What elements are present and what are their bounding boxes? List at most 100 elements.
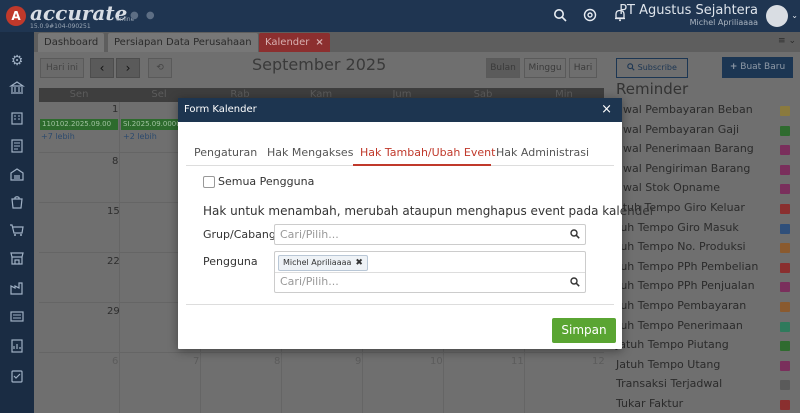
tab-hak-mengakses[interactable]: Hak Mengakses (267, 146, 353, 159)
chevron-down-icon[interactable]: ⌄ (791, 11, 798, 20)
day-number: 22 (107, 256, 120, 267)
create-new-button[interactable]: + Buat Baru (722, 57, 793, 78)
close-icon[interactable]: × (601, 98, 612, 122)
subscribe-label: Subscribe (637, 63, 677, 72)
modal-divider (186, 304, 614, 305)
modal-header: Form Kalender × (178, 98, 622, 122)
reminder-color-toggle[interactable] (780, 282, 790, 293)
all-users-label: Semua Pengguna (218, 175, 315, 188)
more-events-link[interactable]: +2 lebih (123, 132, 157, 141)
reminder-color-toggle[interactable] (780, 164, 790, 175)
bag-icon[interactable] (8, 194, 26, 212)
settings-icon[interactable]: ⚙ (8, 52, 26, 70)
bank-icon[interactable] (8, 80, 26, 98)
prev-month-button[interactable]: ‹ (90, 58, 114, 78)
store-icon[interactable] (8, 250, 26, 268)
day-number: 7 (193, 356, 200, 367)
permission-description: Hak untuk menambah, merubah ataupun meng… (203, 204, 655, 218)
user-label: Pengguna (203, 255, 258, 268)
document-icon[interactable] (8, 138, 26, 156)
view-month-button[interactable]: Bulan (486, 58, 520, 78)
user-name: Michel Apriliaaaa (689, 18, 758, 27)
next-month-button[interactable]: › (116, 58, 140, 78)
reminder-item[interactable]: tuh Tempo Penerimaan (616, 319, 743, 332)
reminder-color-toggle[interactable] (780, 302, 790, 312)
logo-name: accurate (30, 1, 128, 25)
subscribe-button[interactable]: Subscribe (616, 58, 688, 78)
day-number: 9 (355, 356, 362, 367)
module-tabs: Dashboard Persiapan Data Perusahaan Kale… (34, 32, 800, 52)
avatar[interactable] (766, 5, 788, 27)
user-placeholder[interactable]: Cari/Pilih... (280, 275, 339, 288)
reminder-item[interactable]: dwal Pembayaran Beban (616, 103, 753, 116)
branch-search-input[interactable]: Cari/Pilih... (274, 224, 586, 245)
reminder-color-toggle[interactable] (780, 106, 790, 116)
reminder-color-toggle[interactable] (780, 400, 790, 410)
all-users-checkbox[interactable] (203, 176, 215, 188)
reminder-color-toggle[interactable] (780, 341, 790, 352)
day-number: 8 (112, 156, 119, 167)
reminder-item[interactable]: Tukar Faktur (616, 397, 683, 410)
reminder-item[interactable]: dwal Pengiriman Barang (616, 162, 750, 175)
refresh-button[interactable]: ⟲ (148, 58, 172, 78)
payroll-icon[interactable] (8, 308, 26, 326)
reminder-color-toggle[interactable] (780, 262, 790, 273)
month-title: September 2025 (252, 55, 387, 74)
warehouse-icon[interactable] (8, 166, 26, 184)
more-events-link[interactable]: +7 lebih (41, 132, 75, 141)
modal-tabs: Pengaturan Hak Mengakses Hak Tambah/Ubah… (186, 142, 614, 166)
tab-hak-tambah-ubah-event[interactable]: Hak Tambah/Ubah Event (360, 146, 495, 159)
reminder-color-toggle[interactable] (780, 204, 790, 214)
reminder-color-toggle[interactable] (780, 125, 790, 136)
tab-kalender[interactable]: Kalender × (259, 33, 330, 52)
factory-icon[interactable] (8, 280, 26, 298)
help-icon[interactable] (582, 8, 598, 24)
reminder-item[interactable]: Transaksi Terjadwal (616, 377, 722, 390)
reminder-item[interactable]: tuh Tempo No. Produksi (616, 240, 746, 253)
logo-mark: A (6, 6, 26, 26)
selected-user-chip: Michel Apriliaaaa ✖ (278, 255, 368, 271)
accurate-logo[interactable]: A accurate 15.0.9#104-090251 (6, 3, 127, 30)
tab-persiapan-data[interactable]: Persiapan Data Perusahaan (108, 33, 258, 52)
cart-icon[interactable] (8, 222, 26, 240)
close-tab-icon[interactable]: × (315, 37, 323, 48)
reminder-color-toggle[interactable] (780, 243, 790, 254)
day-header: Sen (69, 89, 89, 100)
top-bar: A accurate 15.0.9#104-090251 online ● ● … (0, 0, 800, 32)
tab-pengaturan[interactable]: Pengaturan (194, 146, 257, 159)
today-button[interactable]: Hari ini (40, 58, 84, 78)
company-info[interactable]: PT Agustus Sejahtera Michel Apriliaaaa (619, 3, 758, 28)
tasks-icon[interactable] (8, 368, 26, 386)
reminder-color-toggle[interactable] (780, 223, 790, 234)
reminder-item[interactable]: tuh Tempo PPh Penjualan (616, 279, 755, 292)
reminder-item[interactable]: Jatuh Tempo Utang (616, 358, 720, 371)
reminder-item[interactable]: tuh Tempo PPh Pembelian (616, 260, 758, 273)
day-number: 11 (511, 356, 524, 367)
reminder-item[interactable]: Jatuh Tempo Piutang (616, 338, 729, 351)
search-icon[interactable] (552, 8, 568, 24)
tab-hak-administrasi[interactable]: Hak Administrasi (496, 146, 589, 159)
reminder-item[interactable]: tuh Tempo Pembayaran (616, 299, 746, 312)
building-icon[interactable] (8, 110, 26, 128)
reminder-item[interactable]: dwal Penerimaan Barang (616, 142, 754, 155)
report-icon[interactable] (8, 338, 26, 356)
reminder-item[interactable]: tuh Tempo Giro Masuk (616, 221, 739, 234)
reminder-color-toggle[interactable] (780, 360, 790, 371)
view-day-button[interactable]: Hari (569, 58, 597, 78)
save-button[interactable]: Simpan (552, 318, 616, 343)
view-week-button[interactable]: Minggu (524, 58, 566, 78)
day-number: 12 (592, 356, 605, 367)
day-number: 8 (274, 356, 281, 367)
calendar-event[interactable]: 110102.2025.09.00 (40, 119, 118, 130)
reminder-color-toggle[interactable] (780, 145, 790, 156)
reminder-item[interactable]: dwal Stok Opname (616, 181, 720, 194)
tab-menu-icon[interactable]: ≡ ⌄ (778, 36, 796, 46)
branch-label: Grup/Cabang (203, 228, 276, 241)
user-multiselect[interactable]: Michel Apriliaaaa ✖ Cari/Pilih... (274, 251, 586, 293)
remove-chip-icon[interactable]: ✖ (355, 258, 363, 268)
reminder-color-toggle[interactable] (780, 321, 790, 332)
reminder-color-toggle[interactable] (780, 380, 790, 391)
reminder-color-toggle[interactable] (780, 184, 790, 195)
reminder-item[interactable]: dwal Pembayaran Gaji (616, 123, 739, 136)
tab-dashboard[interactable]: Dashboard (38, 33, 105, 52)
